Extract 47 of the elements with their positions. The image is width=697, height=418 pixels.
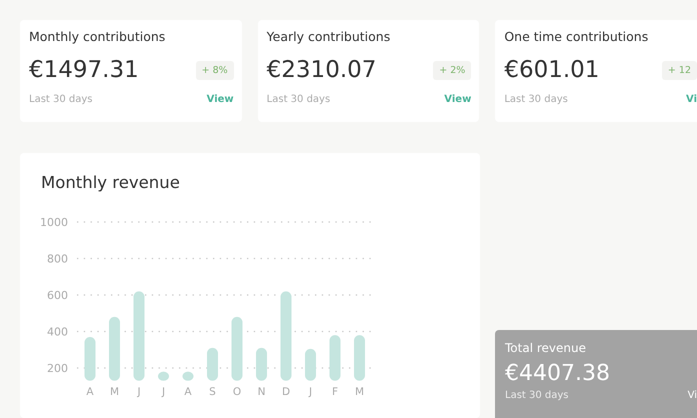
axis-label: 400 [47,326,68,338]
amount-value: €1497.31 [29,57,139,83]
chart-bar [305,348,316,381]
chart-bar [109,316,120,381]
month-label: N [258,386,266,398]
month-label: O [232,386,242,398]
month-label: J [137,386,141,398]
card-title: Monthly contributions [29,29,166,46]
change-badge: + 12 [662,60,697,80]
amount-value: €601.01 [504,57,600,83]
amount-value: €4407.38 [505,361,611,386]
chart-bar [207,348,218,381]
chart-bar [232,316,242,381]
axis-label: 1000 [40,216,68,229]
change-badge: + 2% [433,60,472,80]
card-title: One time contributions [504,29,650,46]
chart-bar [158,372,169,381]
amount-value: €2310.07 [266,57,376,83]
month-label: J [308,386,312,398]
chart-bar [330,335,340,381]
axis-label: 800 [47,252,68,266]
axis-label: 200 [47,362,68,375]
month-label: F [332,386,338,398]
month-label: A [184,386,192,398]
month-label: S [209,386,216,398]
view-link[interactable]: Vi [686,94,697,105]
card-title: Total revenue [505,341,587,355]
chart-bar [256,348,267,381]
month-label: M [354,386,364,398]
period-label: Last 30 days [504,94,568,105]
view-link[interactable]: Vi [688,390,697,401]
view-link[interactable]: View [206,94,234,105]
period-label: Last 30 days [29,94,93,105]
month-label: J [162,386,166,398]
view-link[interactable]: View [444,94,472,105]
chart-bar [354,335,365,381]
period-label: Last 30 days [505,390,569,401]
period-label: Last 30 days [266,94,330,105]
chart-bar [84,336,96,381]
month-label: A [86,386,94,398]
card-title: Yearly contributions [266,29,392,46]
month-label: M [110,386,120,398]
chart-title: Monthly revenue [41,173,181,192]
axis-label: 600 [47,289,68,302]
month-label: D [282,386,290,398]
chart-bar [182,372,194,381]
change-badge: + 8% [196,60,234,80]
